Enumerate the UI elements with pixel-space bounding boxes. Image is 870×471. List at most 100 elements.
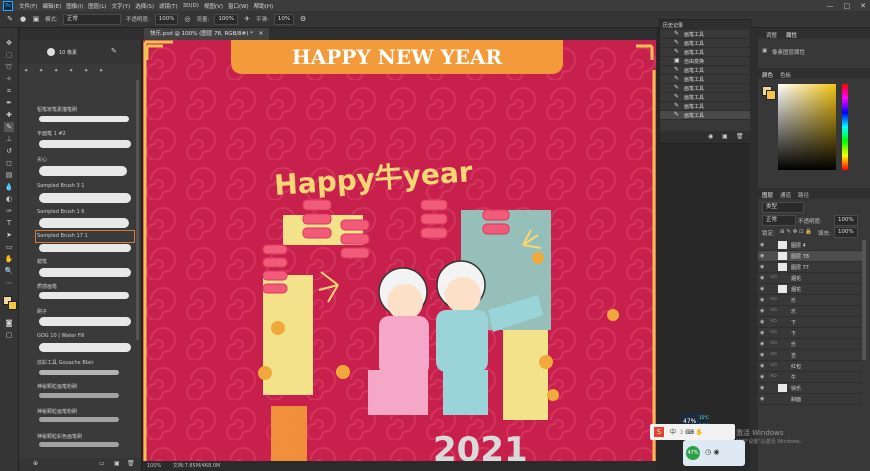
quick-select-icon[interactable]: ✧	[4, 74, 14, 84]
path-select-icon[interactable]: ➤	[4, 230, 14, 240]
visibility-eye-icon[interactable]: ◉	[760, 308, 766, 314]
hue-slider[interactable]	[842, 84, 848, 170]
history-item[interactable]: ✎ 画笔工具	[660, 39, 750, 48]
brush-tool-icon-active[interactable]: ✎	[4, 122, 14, 132]
brush-preset-name[interactable]: 神秘颗粒画笔粉刷	[37, 383, 77, 390]
layer-group-row[interactable]: ◉ ›▭ 乐	[758, 295, 862, 306]
history-item[interactable]: ✎ 画笔工具	[660, 66, 750, 75]
history-item-active[interactable]: ✎ 画笔工具	[660, 111, 750, 120]
pen-tool-icon[interactable]: ✑	[4, 206, 14, 216]
visibility-eye-icon[interactable]: ◉	[760, 286, 766, 292]
smooth-settings-icon[interactable]: ⚙	[299, 15, 307, 23]
crop-tool-icon[interactable]: ⌗	[4, 86, 14, 96]
tab-channels[interactable]: 通道	[780, 191, 791, 199]
menu-3d[interactable]: 3D(D)	[183, 3, 199, 9]
brush-preset-name[interactable]: GOG 10 | Water Fill	[37, 333, 85, 339]
brush-preset-name[interactable]: Sampled Brush 17 1	[37, 233, 88, 239]
brush-preset-name[interactable]: Sampled Brush 3 1	[37, 183, 84, 189]
background-swatch[interactable]	[766, 90, 776, 100]
folder-toggle-icon[interactable]: ›▭	[770, 351, 777, 357]
layer-group-row[interactable]: ◉ ›▭ 乐	[758, 339, 862, 350]
folder-toggle-icon[interactable]: ›▭	[770, 318, 777, 324]
layer-row[interactable]: ◉ 烟花	[758, 284, 862, 295]
smooth-field[interactable]: 10%	[273, 13, 295, 25]
brush-settings-icon[interactable]: ✎	[111, 47, 117, 55]
layer-group-row[interactable]: ◉ ›▭ 下	[758, 328, 862, 339]
shape-tool-icon[interactable]: ▭	[4, 242, 14, 252]
brush-preset-name[interactable]: 铅笔炭笔素描笔刷	[37, 106, 77, 113]
new-brush-icon[interactable]: ⊕	[33, 460, 38, 467]
menu-edit[interactable]: 编辑(E)	[42, 2, 61, 10]
visibility-eye-icon[interactable]: ◉	[760, 341, 766, 347]
color-picker-field[interactable]	[778, 84, 836, 170]
visibility-eye-icon[interactable]: ◉	[760, 330, 766, 336]
blend-mode-select[interactable]: 正常	[762, 215, 796, 226]
history-item[interactable]: ▣ 自由变换	[660, 57, 750, 66]
maximize-icon[interactable]: □	[844, 2, 851, 10]
folder-toggle-icon[interactable]: ›▭	[770, 296, 777, 302]
visibility-eye-icon[interactable]: ◉	[760, 242, 766, 248]
layer-group-row[interactable]: ◉ ›▭ 乐	[758, 306, 862, 317]
visibility-eye-icon[interactable]: ◉	[760, 253, 766, 259]
blur-tool-icon[interactable]: 💧	[4, 182, 14, 192]
layer-group-row[interactable]: ◉ ›▭ 红包	[758, 361, 862, 372]
quick-mask-icon[interactable]: ◙	[4, 318, 14, 328]
brush-preset-name[interactable]: 质感画笔	[37, 283, 57, 290]
brush-thumb-icon[interactable]: ✦	[24, 68, 28, 74]
brush-thumb-icon[interactable]: ✦	[84, 68, 88, 74]
menu-help[interactable]: 帮助(H)	[254, 2, 273, 10]
visibility-eye-icon[interactable]: ◉	[760, 385, 766, 391]
doc-info[interactable]: 文档:7.85M/468.0M	[173, 463, 220, 469]
history-item[interactable]: ✎ 画笔工具	[660, 30, 750, 39]
layer-row[interactable]: ◉ 图层 4	[758, 240, 862, 251]
menu-image[interactable]: 图像(I)	[66, 2, 83, 10]
document-canvas[interactable]: HAPPY NEW YEAR Happy牛year 2021	[143, 40, 656, 461]
history-title[interactable]: 历史记录	[663, 22, 683, 29]
lock-icons[interactable]: ⊞ ✎ ✥ ⊡ 🔒	[780, 229, 812, 235]
menu-layer[interactable]: 图层(L)	[88, 2, 106, 10]
folder-toggle-icon[interactable]: ›▭	[770, 274, 777, 280]
folder-toggle-icon[interactable]: ›▭	[770, 362, 777, 368]
flow-field[interactable]: 100%	[214, 13, 239, 25]
layer-opacity-field[interactable]: 100%	[834, 215, 858, 226]
folder-toggle-icon[interactable]: ›▭	[770, 307, 777, 313]
brush-preset-name[interactable]: 神秘颗粒彩色画笔刷	[37, 433, 82, 440]
brush-tool-icon[interactable]: ✎	[6, 15, 14, 23]
delete-icon[interactable]: 🗑	[736, 133, 744, 140]
brush-thumb-icon[interactable]: ✦	[39, 68, 43, 74]
menu-select[interactable]: 选择(S)	[135, 2, 154, 10]
background-color-swatch[interactable]	[8, 301, 17, 310]
folder-icon[interactable]: ▭	[99, 460, 105, 467]
menu-window[interactable]: 窗口(W)	[228, 2, 249, 10]
screen-mode-icon[interactable]: ▢	[4, 330, 14, 340]
layers-scrollbar[interactable]	[862, 240, 866, 360]
hand-tool-icon[interactable]: ✋	[4, 254, 14, 264]
dodge-tool-icon[interactable]: ◐	[4, 194, 14, 204]
visibility-eye-icon[interactable]: ◉	[760, 297, 766, 303]
zoom-level[interactable]: 100%	[147, 463, 161, 469]
move-tool-icon[interactable]: ✥	[4, 38, 14, 48]
minimize-icon[interactable]: —	[827, 2, 834, 10]
pressure-opacity-icon[interactable]: ◎	[183, 15, 191, 23]
brush-size-value[interactable]: 10 像素	[59, 49, 77, 56]
gradient-tool-icon[interactable]: ▤	[4, 170, 14, 180]
folder-toggle-icon[interactable]: ›▭	[770, 373, 777, 379]
brush-preset-name[interactable]: 蜡笔	[37, 258, 47, 265]
folder-toggle-icon[interactable]: ›▭	[770, 329, 777, 335]
close-tab-icon[interactable]: ✕	[259, 31, 264, 37]
airbrush-icon[interactable]: ✈	[243, 15, 251, 23]
visibility-eye-icon[interactable]: ◉	[760, 275, 766, 281]
menu-file[interactable]: 文件(F)	[19, 2, 37, 10]
visibility-eye-icon[interactable]: ◉	[760, 374, 766, 380]
brush-thumb-icon[interactable]: ✦	[99, 68, 103, 74]
history-item[interactable]: ✎ 画笔工具	[660, 48, 750, 57]
menu-type[interactable]: 文字(Y)	[112, 2, 131, 10]
eraser-tool-icon[interactable]: ◻	[4, 158, 14, 168]
brush-preset-name[interactable]: 刷子	[37, 308, 47, 315]
menu-filter[interactable]: 滤镜(T)	[159, 2, 178, 10]
marquee-tool-icon[interactable]: ⬚	[4, 50, 14, 60]
healing-brush-icon[interactable]: ✚	[4, 110, 14, 120]
layer-filter-select[interactable]: 类型	[762, 202, 804, 213]
mode-select[interactable]: 正常	[62, 13, 121, 25]
layer-group-row[interactable]: ◉ ›▭ 下	[758, 317, 862, 328]
